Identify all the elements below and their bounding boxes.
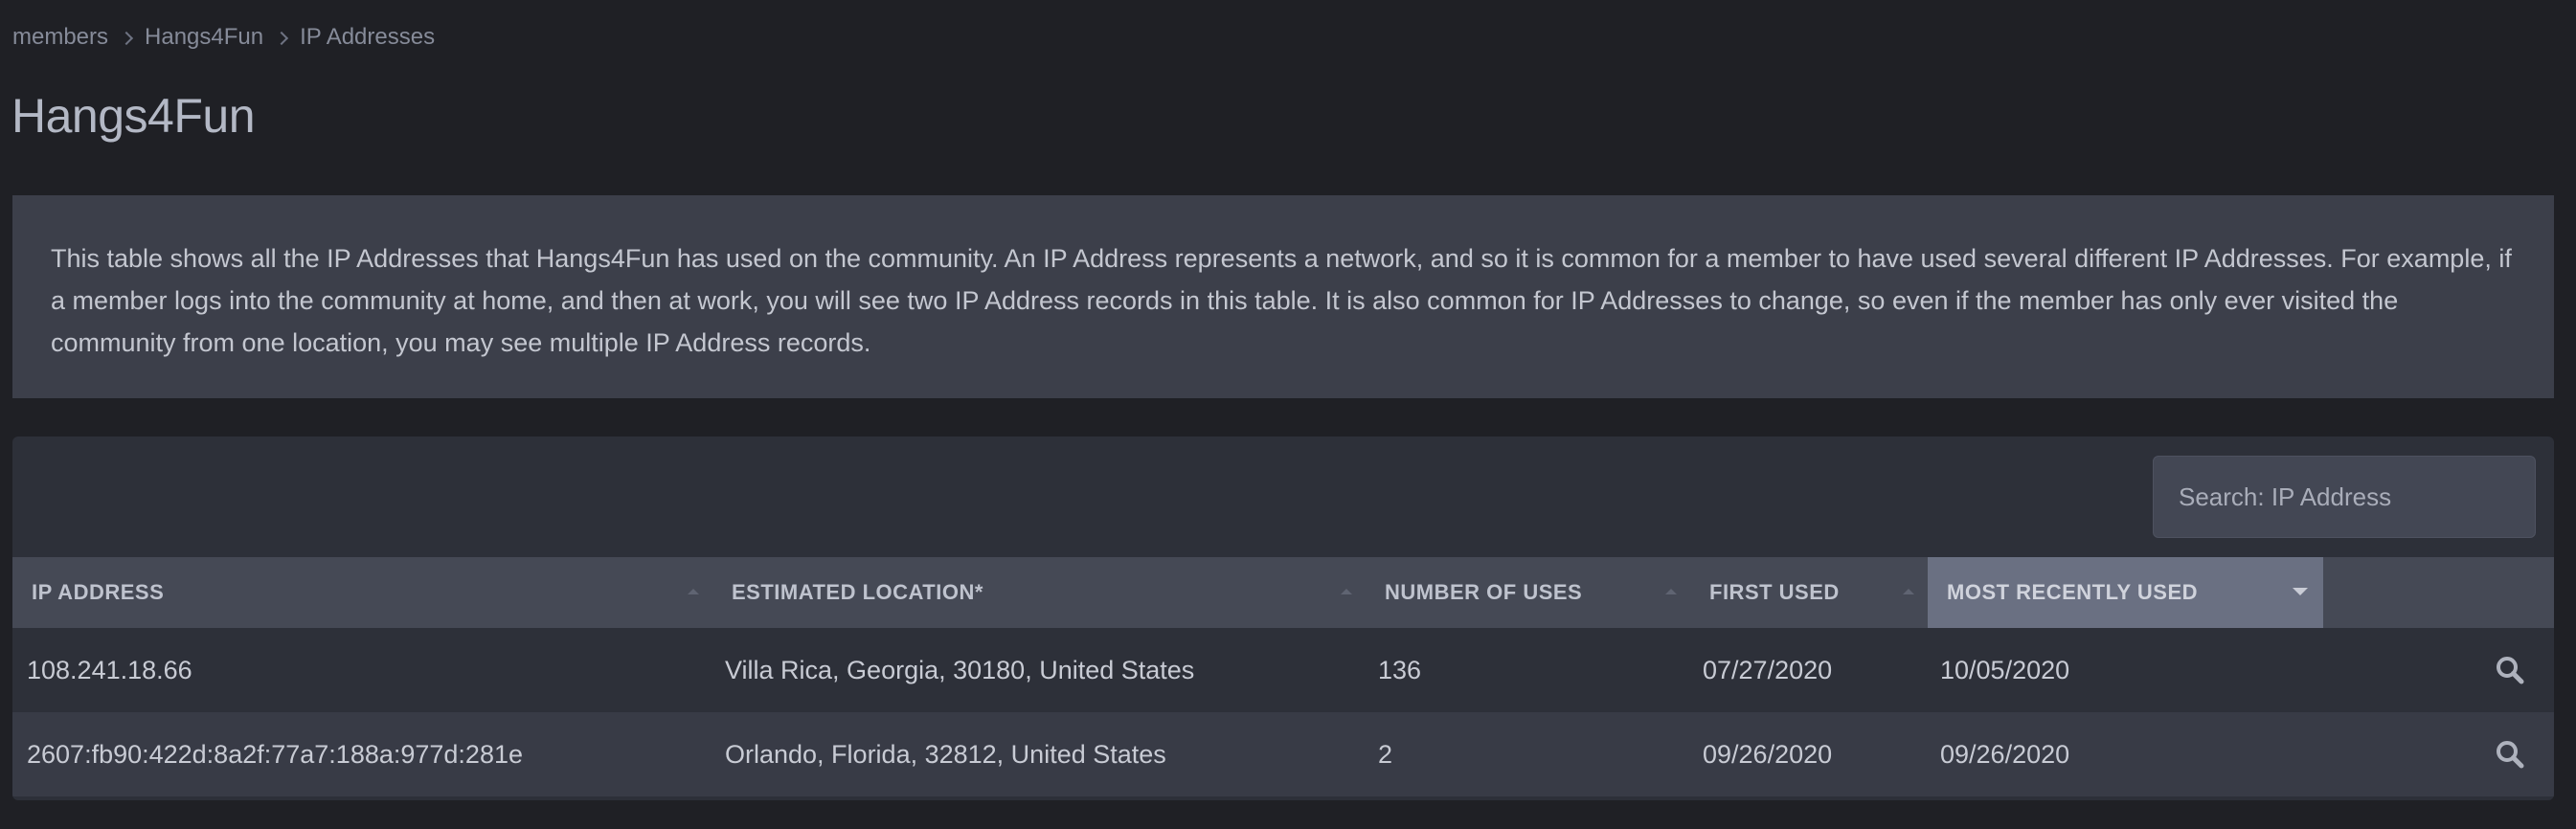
column-header-ip-address[interactable]: IP ADDRESS <box>12 557 712 628</box>
breadcrumb: members Hangs4Fun IP Addresses <box>12 23 435 52</box>
column-header-label: NUMBER OF USES <box>1385 580 1583 604</box>
column-header-first-used[interactable]: FIRST USED <box>1690 557 1928 628</box>
chevron-right-icon <box>275 31 289 46</box>
sort-up-icon <box>1665 589 1677 594</box>
column-header-most-recently-used[interactable]: MOST RECENTLY USED <box>1928 557 2323 628</box>
cell-uses: 136 <box>1378 655 1422 684</box>
cell-location: Villa Rica, Georgia, 30180, United State… <box>725 655 1195 684</box>
search-icon[interactable] <box>2495 739 2525 770</box>
cell-most-recently-used: 09/26/2020 <box>1940 739 2070 769</box>
sort-down-icon <box>2293 588 2308 595</box>
breadcrumb-members[interactable]: members <box>12 24 108 51</box>
column-header-label: IP ADDRESS <box>32 580 165 604</box>
sort-up-icon <box>688 589 699 594</box>
search-box <box>2153 456 2536 538</box>
table-row: 2607:fb90:422d:8a2f:77a7:188a:977d:281e … <box>12 712 2554 796</box>
sort-up-icon <box>1341 589 1352 594</box>
column-header-estimated-location[interactable]: ESTIMATED LOCATION* <box>712 557 1366 628</box>
ip-address-table: IP ADDRESS ESTIMATED LOCATION* NUMBER OF… <box>12 437 2554 800</box>
column-header-label: FIRST USED <box>1709 580 1840 604</box>
chevron-right-icon <box>119 31 134 46</box>
cell-ip-address: 108.241.18.66 <box>27 655 192 684</box>
info-message: This table shows all the IP Addresses th… <box>12 195 2554 398</box>
cell-location: Orlando, Florida, 32812, United States <box>725 739 1166 769</box>
search-input[interactable] <box>2177 481 2535 513</box>
search-icon[interactable] <box>2495 655 2525 685</box>
info-message-text: This table shows all the IP Addresses th… <box>51 244 2512 357</box>
cell-ip-address: 2607:fb90:422d:8a2f:77a7:188a:977d:281e <box>27 739 523 769</box>
sort-up-icon <box>1903 589 1914 594</box>
breadcrumb-current: IP Addresses <box>300 24 436 50</box>
cell-first-used: 07/27/2020 <box>1703 655 1833 684</box>
table-header: IP ADDRESS ESTIMATED LOCATION* NUMBER OF… <box>12 557 2554 628</box>
column-header-number-of-uses[interactable]: NUMBER OF USES <box>1366 557 1690 628</box>
breadcrumb-member[interactable]: Hangs4Fun <box>145 24 263 51</box>
cell-uses: 2 <box>1378 739 1393 769</box>
column-header-label: MOST RECENTLY USED <box>1947 580 2199 604</box>
column-header-label: ESTIMATED LOCATION* <box>732 580 983 604</box>
table-row: 108.241.18.66 Villa Rica, Georgia, 30180… <box>12 628 2554 712</box>
cell-most-recently-used: 10/05/2020 <box>1940 655 2070 684</box>
cell-first-used: 09/26/2020 <box>1703 739 1833 769</box>
page-title: Hangs4Fun <box>11 89 256 143</box>
